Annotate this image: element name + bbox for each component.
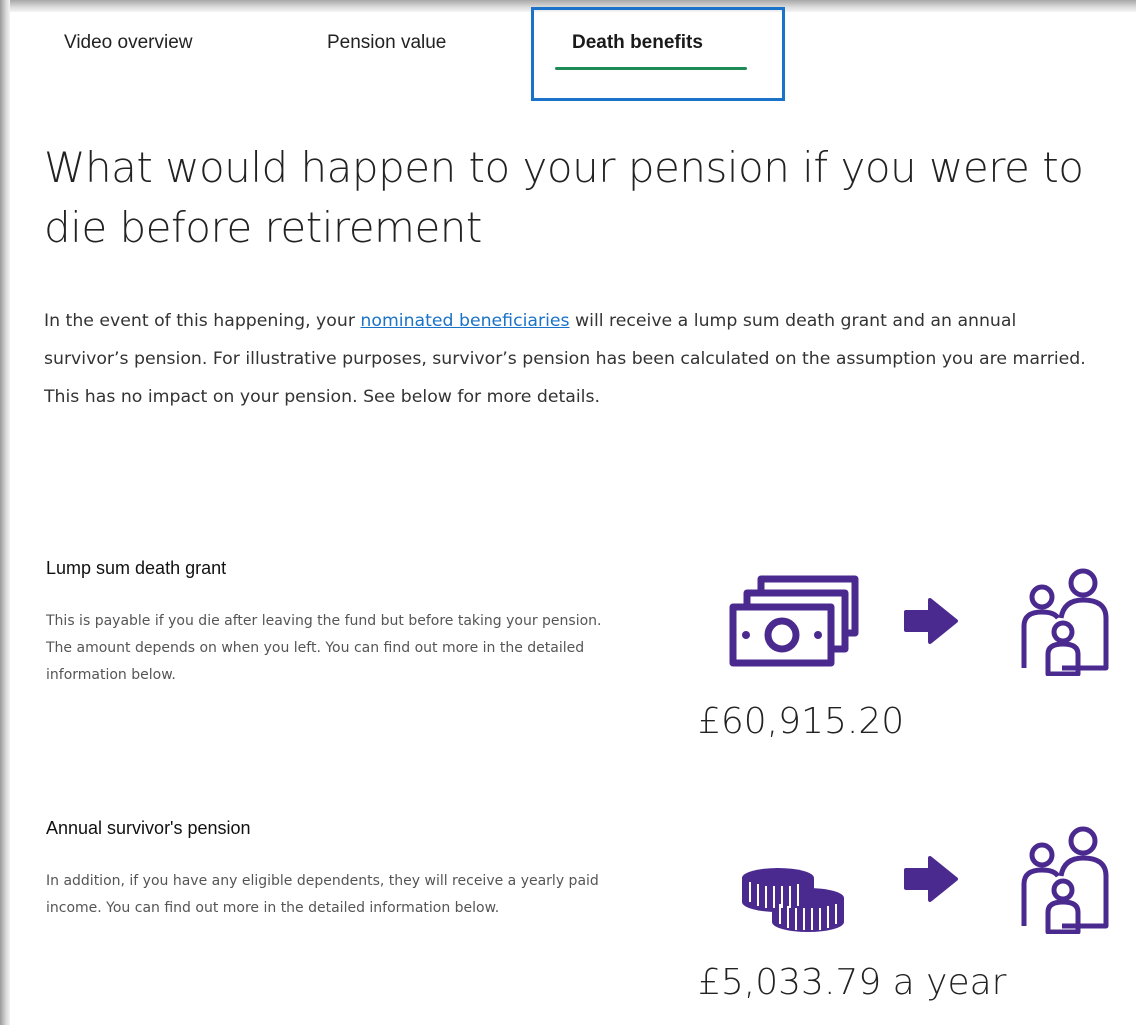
page-title: What would happen to your pension if you… xyxy=(44,143,1084,252)
family-icon xyxy=(1021,826,1109,934)
banknotes-icon xyxy=(729,575,859,667)
family-icon xyxy=(1021,568,1109,676)
lump-sum-description: This is payable if you die after leaving… xyxy=(46,613,602,683)
nominated-beneficiaries-link[interactable]: nominated beneficiaries xyxy=(360,311,569,331)
survivor-pension-description: In addition, if you have any eligible de… xyxy=(46,873,599,916)
window-frame-left xyxy=(0,0,10,1025)
intro-paragraph: In the event of this happening, your nom… xyxy=(44,302,1094,416)
tab-pension-value[interactable]: Pension value xyxy=(327,32,446,54)
arrow-right-icon xyxy=(904,856,958,902)
tab-highlight-box xyxy=(531,7,785,101)
intro-text-start: In the event of this happening, your xyxy=(44,311,361,331)
tab-video-overview[interactable]: Video overview xyxy=(64,32,193,54)
lump-sum-amount: £60,915.20 xyxy=(698,701,905,742)
survivor-pension-title: Annual survivor's pension xyxy=(46,818,251,838)
coins-icon xyxy=(742,868,844,932)
lump-sum-title: Lump sum death grant xyxy=(46,558,227,578)
survivor-pension-amount: £5,033.79 a year xyxy=(698,962,1007,1003)
arrow-right-icon xyxy=(904,598,958,644)
